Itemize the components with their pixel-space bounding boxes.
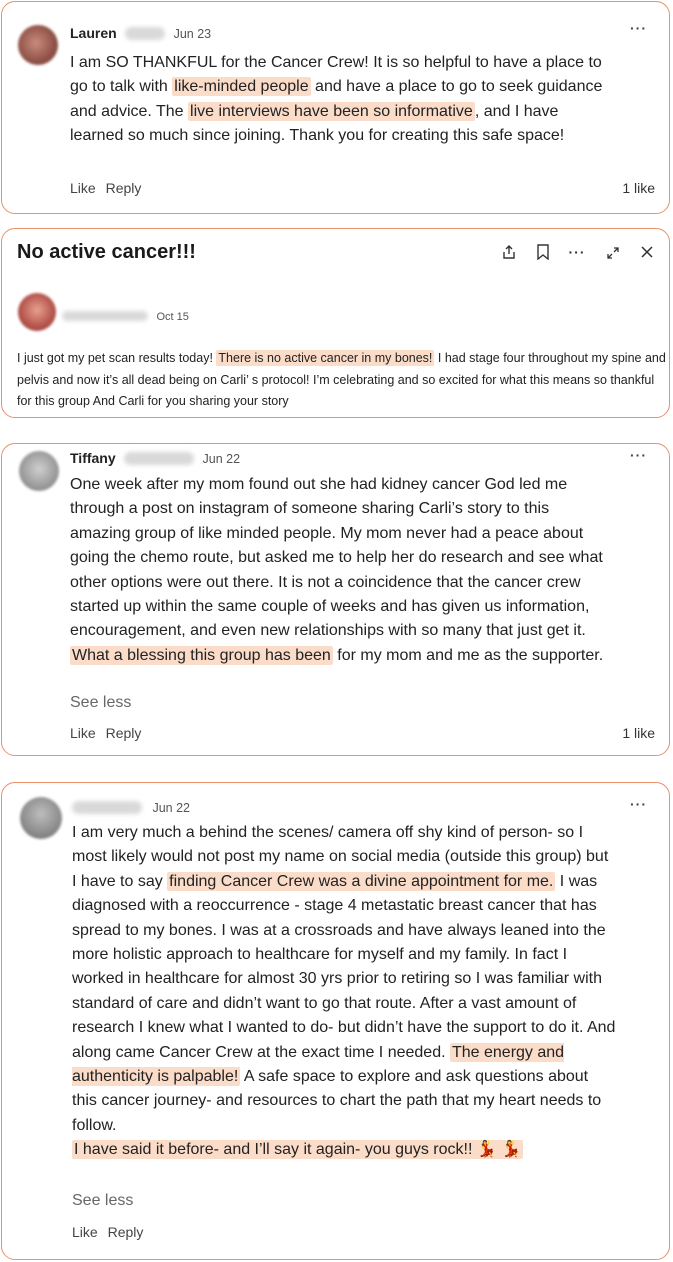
comment-card-anonymous: Jun 22 ··· I am very much a behind the s… [1, 782, 670, 1260]
reply-button[interactable]: Reply [106, 725, 142, 741]
avatar[interactable] [18, 25, 58, 65]
post-text: I just got my pet scan results today! Th… [17, 350, 666, 408]
comment-actions: Like Reply [70, 725, 147, 741]
more-options-icon[interactable]: ··· [630, 796, 647, 812]
like-button[interactable]: Like [72, 1224, 98, 1240]
avatar[interactable] [19, 451, 59, 491]
redacted-name [124, 452, 195, 466]
more-options-icon[interactable]: ··· [630, 447, 647, 463]
author-name[interactable]: Tiffany [70, 450, 116, 466]
comment-card-tiffany: Tiffany Jun 22 ··· One week after my mom… [1, 443, 670, 756]
comment-card-lauren: Lauren Jun 23 ··· I am SO THANKFUL for t… [1, 1, 670, 214]
highlight: like-minded people [172, 77, 311, 97]
comment-actions: Like Reply [70, 180, 147, 196]
highlight: There is no active cancer in my bones! [216, 350, 435, 366]
redacted-name [125, 27, 166, 41]
like-count[interactable]: 1 like [622, 725, 655, 741]
highlight: finding Cancer Crew was a divine appoint… [167, 871, 556, 891]
reply-button[interactable]: Reply [108, 1224, 144, 1240]
author-name[interactable]: Lauren [70, 25, 117, 41]
comment-text: One week after my mom found out she had … [70, 476, 604, 665]
like-button[interactable]: Like [70, 725, 96, 741]
comment-date: Jun 22 [152, 801, 190, 815]
share-icon[interactable] [498, 241, 520, 263]
comment-date: Jun 22 [202, 452, 241, 466]
more-options-icon[interactable]: ··· [566, 241, 588, 263]
redacted-name [72, 801, 142, 815]
more-options-icon[interactable]: ··· [630, 20, 647, 36]
comment-text: I am very much a behind the scenes/ came… [72, 824, 616, 1160]
redacted-name [62, 310, 148, 321]
post-title: No active cancer!!! [17, 241, 196, 263]
expand-icon[interactable] [602, 242, 624, 264]
comment-text: I am SO THANKFUL for the Cancer Crew! It… [70, 54, 603, 145]
comment-actions: Like Reply [72, 1224, 149, 1240]
post-card: No active cancer!!! ··· Oct 15 I just go… [1, 228, 670, 418]
post-date: Oct 15 [156, 311, 189, 323]
highlight: What a blessing this group has been [70, 645, 333, 665]
comment-date: Jun 23 [173, 27, 212, 41]
like-button[interactable]: Like [70, 180, 96, 196]
highlight: I have said it before- and I’ll say it a… [72, 1140, 524, 1160]
avatar[interactable] [20, 797, 62, 839]
bookmark-icon[interactable] [532, 241, 554, 263]
reply-button[interactable]: Reply [106, 180, 142, 196]
close-icon[interactable] [636, 241, 658, 263]
like-count[interactable]: 1 like [622, 180, 655, 196]
see-less-link[interactable]: See less [72, 1192, 133, 1210]
avatar[interactable] [18, 293, 56, 331]
see-less-link[interactable]: See less [70, 694, 131, 712]
highlight: live interviews have been so informative [188, 101, 475, 121]
